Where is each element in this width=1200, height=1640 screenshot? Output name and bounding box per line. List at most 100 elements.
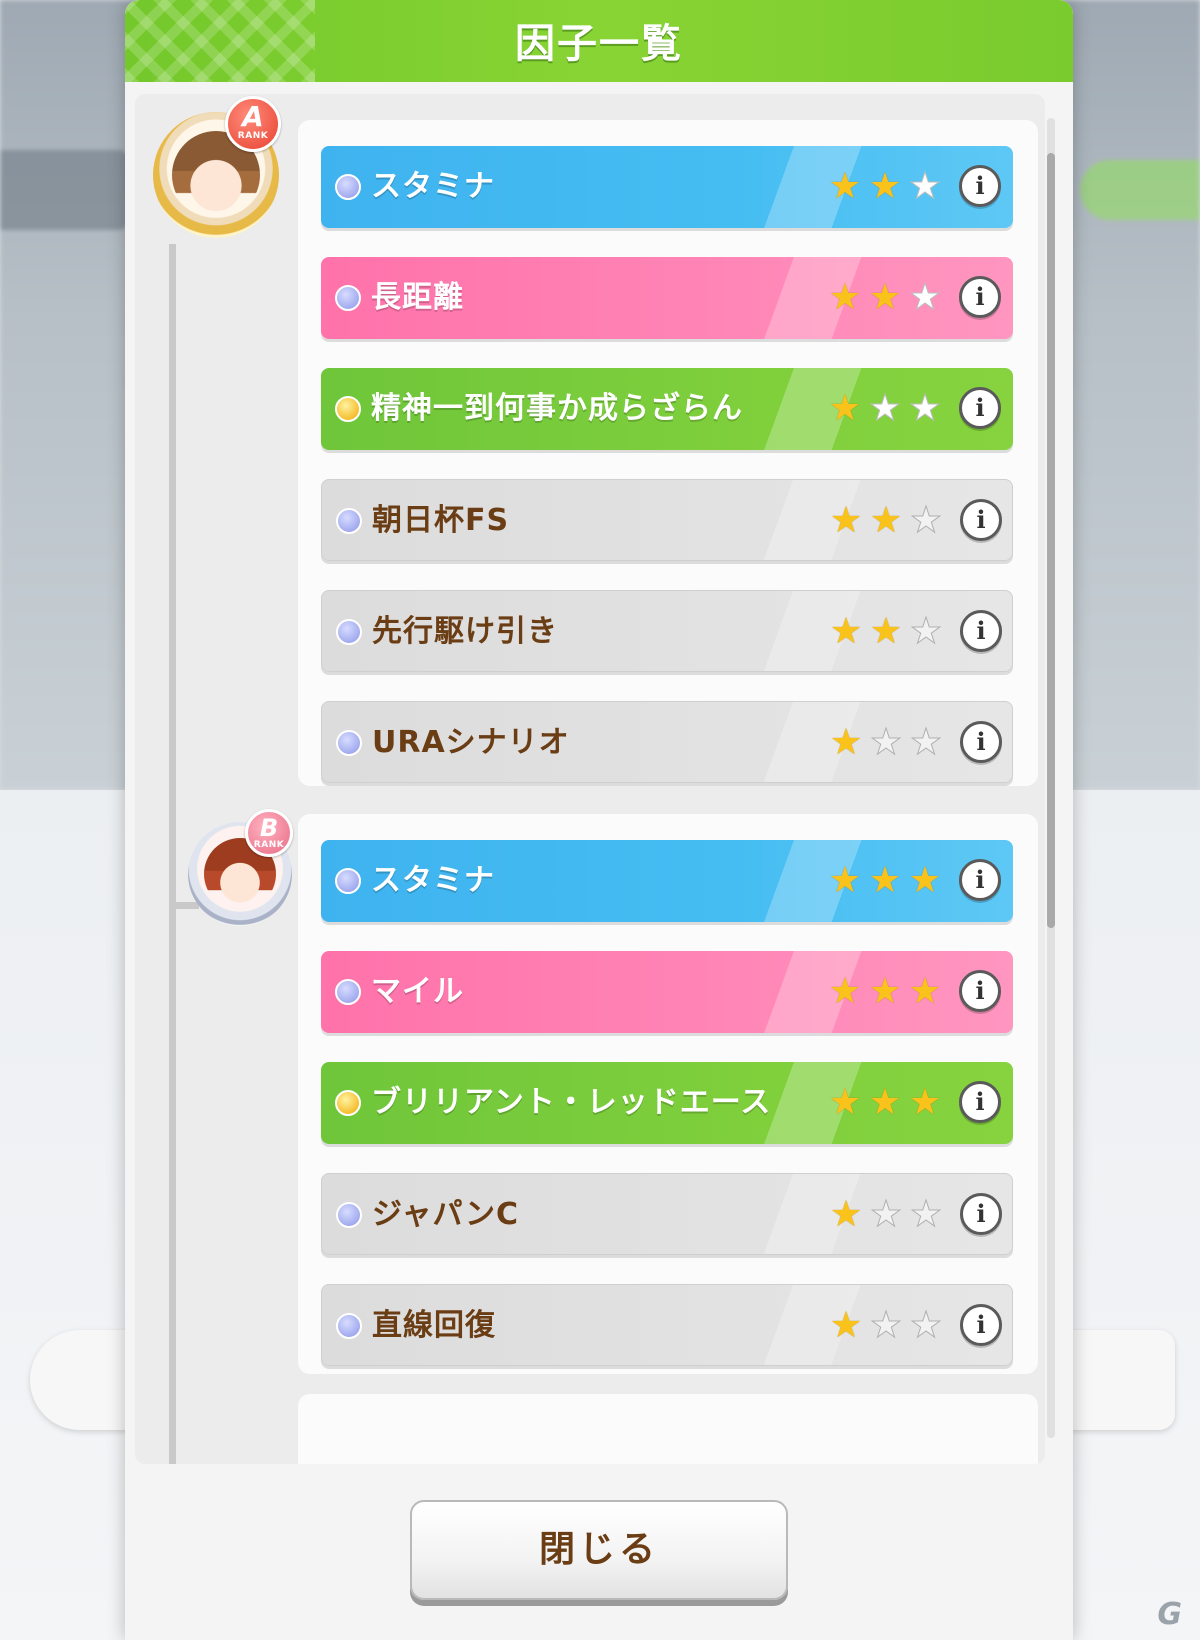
factor-star-rating: ★ ★ ★ <box>827 591 947 671</box>
star-empty-icon: ★ <box>908 388 944 430</box>
star-filled-icon: ★ <box>868 971 904 1012</box>
factor-star-rating: ★ ★ ★ <box>827 1174 947 1254</box>
star-filled-icon: ★ <box>828 388 864 429</box>
factor-list-scroll-area[interactable]: A RANK B RANK スタミナ ★ ★ ★ i 長距離 ★ ★ ★ i 精神一到何事か成らざら… <box>135 94 1045 1464</box>
star-empty-icon: ★ <box>909 1194 945 1236</box>
star-filled-icon: ★ <box>868 166 904 207</box>
star-empty-icon: ★ <box>909 611 945 653</box>
factor-label: 先行駆け引き <box>372 614 558 649</box>
scrollbar[interactable] <box>1047 118 1055 1438</box>
factor-group-a: スタミナ ★ ★ ★ i 長距離 ★ ★ ★ i 精神一到何事か成らざらん ★ ★ ★ i 朝日杯FS ★ ★ ★ i… <box>298 120 1038 786</box>
factor-row: 先行駆け引き ★ ★ ★ i <box>321 590 1013 672</box>
info-button-icon[interactable]: i <box>960 1304 1002 1346</box>
factor-row: 精神一到何事か成らざらん ★ ★ ★ i <box>321 368 1013 450</box>
info-button-icon[interactable]: i <box>960 721 1002 763</box>
factor-type-dot-icon <box>336 1202 362 1228</box>
factor-type-dot-icon <box>335 396 361 422</box>
site-watermark-icon: G <box>1157 1597 1182 1632</box>
factor-star-rating: ★ ★ ★ <box>827 702 947 782</box>
factor-type-dot-icon <box>335 174 361 200</box>
factor-label: 長距離 <box>371 280 464 315</box>
info-button-icon[interactable]: i <box>960 1193 1002 1235</box>
factor-type-dot-icon <box>335 979 361 1005</box>
factor-row: 長距離 ★ ★ ★ i <box>321 257 1013 339</box>
star-empty-icon: ★ <box>869 1305 905 1347</box>
factor-label: マイル <box>371 974 464 1009</box>
factor-label: 直線回復 <box>372 1308 496 1343</box>
star-filled-icon: ★ <box>828 860 864 901</box>
info-button-icon[interactable]: i <box>959 859 1001 901</box>
star-empty-icon: ★ <box>869 1194 905 1236</box>
info-button-icon[interactable]: i <box>960 499 1002 541</box>
factor-star-rating: ★ ★ ★ <box>826 1062 946 1144</box>
rank-badge-b: B RANK <box>245 809 293 857</box>
factor-row: スタミナ ★ ★ ★ i <box>321 840 1013 922</box>
factor-label: ブリリアント・レッドエース <box>371 1085 772 1120</box>
factor-star-rating: ★ ★ ★ <box>826 146 946 228</box>
factor-type-dot-icon <box>336 730 362 756</box>
factor-star-rating: ★ ★ ★ <box>827 480 947 560</box>
star-filled-icon: ★ <box>869 611 905 652</box>
factor-label: URAシナリオ <box>372 725 570 760</box>
factor-label: スタミナ <box>371 863 495 898</box>
factor-type-dot-icon <box>335 868 361 894</box>
star-filled-icon: ★ <box>829 722 865 763</box>
factor-row: マイル ★ ★ ★ i <box>321 951 1013 1033</box>
info-button-icon[interactable]: i <box>959 387 1001 429</box>
factor-star-rating: ★ ★ ★ <box>826 951 946 1033</box>
star-filled-icon: ★ <box>868 277 904 318</box>
close-button[interactable]: 閉じる <box>410 1500 788 1600</box>
info-button-icon[interactable]: i <box>960 610 1002 652</box>
factor-label: 朝日杯FS <box>372 503 510 538</box>
factor-list-dialog: 因子一覧 A RANK B RANK スタミナ ★ ★ ★ i 長距離 ★ ★ ★ i 精神一到何事… <box>125 0 1073 1640</box>
background-next-button <box>1055 1330 1175 1430</box>
star-empty-icon: ★ <box>909 500 945 542</box>
star-empty-icon: ★ <box>868 388 904 430</box>
star-filled-icon: ★ <box>908 971 944 1012</box>
info-button-icon[interactable]: i <box>959 165 1001 207</box>
factor-star-rating: ★ ★ ★ <box>827 1285 947 1365</box>
star-filled-icon: ★ <box>828 971 864 1012</box>
factor-type-dot-icon <box>336 508 362 534</box>
star-filled-icon: ★ <box>829 1194 865 1235</box>
factor-type-dot-icon <box>336 1313 362 1339</box>
info-button-icon[interactable]: i <box>959 970 1001 1012</box>
rank-letter: B <box>259 814 279 842</box>
star-filled-icon: ★ <box>828 1082 864 1123</box>
info-button-icon[interactable]: i <box>959 276 1001 318</box>
factor-type-dot-icon <box>335 1090 361 1116</box>
background-prev-button <box>30 1330 140 1430</box>
factor-group-next <box>298 1394 1038 1464</box>
factor-row: URAシナリオ ★ ★ ★ i <box>321 701 1013 783</box>
rank-word: RANK <box>237 131 269 141</box>
star-empty-icon: ★ <box>908 166 944 208</box>
star-filled-icon: ★ <box>908 1082 944 1123</box>
factor-label: ジャパンC <box>372 1197 520 1232</box>
factor-row: 直線回復 ★ ★ ★ i <box>321 1284 1013 1366</box>
star-filled-icon: ★ <box>829 500 865 541</box>
factor-star-rating: ★ ★ ★ <box>826 840 946 922</box>
factor-row: ブリリアント・レッドエース ★ ★ ★ i <box>321 1062 1013 1144</box>
star-filled-icon: ★ <box>829 611 865 652</box>
star-empty-icon: ★ <box>869 722 905 764</box>
factor-row: 朝日杯FS ★ ★ ★ i <box>321 479 1013 561</box>
star-filled-icon: ★ <box>869 500 905 541</box>
star-filled-icon: ★ <box>868 1082 904 1123</box>
scrollbar-thumb[interactable] <box>1047 153 1055 928</box>
rank-word: RANK <box>253 840 285 850</box>
factor-group-b: スタミナ ★ ★ ★ i マイル ★ ★ ★ i ブリリアント・レッドエース ★ ★ ★ i ジャパンC ★ ★ ★… <box>298 814 1038 1374</box>
rank-badge-a: A RANK <box>225 96 281 152</box>
star-empty-icon: ★ <box>908 277 944 319</box>
star-filled-icon: ★ <box>908 860 944 901</box>
tree-line <box>169 244 176 1464</box>
factor-type-dot-icon <box>335 285 361 311</box>
factor-row: スタミナ ★ ★ ★ i <box>321 146 1013 228</box>
factor-star-rating: ★ ★ ★ <box>826 368 946 450</box>
info-button-icon[interactable]: i <box>959 1081 1001 1123</box>
star-filled-icon: ★ <box>828 166 864 207</box>
tree-branch <box>169 902 199 909</box>
star-empty-icon: ★ <box>909 1305 945 1347</box>
dialog-title: 因子一覧 <box>515 21 683 67</box>
star-filled-icon: ★ <box>828 277 864 318</box>
factor-label: スタミナ <box>371 169 495 204</box>
